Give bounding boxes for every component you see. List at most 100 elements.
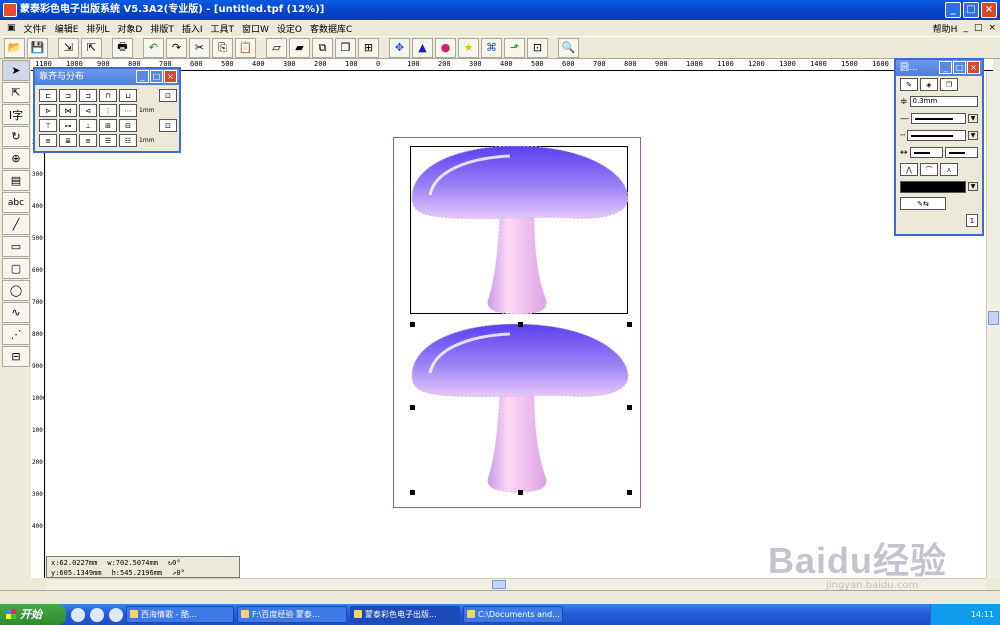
line-color-dropdown-icon[interactable]: ▼ — [968, 182, 978, 191]
selection-handle[interactable] — [410, 322, 415, 327]
copy-icon[interactable]: ⎘ — [212, 37, 233, 58]
distribute-vgap-icon[interactable]: ☷ — [119, 134, 137, 147]
measure-tool-icon[interactable]: ⊟ — [2, 346, 30, 367]
distribute-gap-icon[interactable]: ⋯ — [119, 104, 137, 117]
task-documents[interactable]: C:\Documents and... — [463, 606, 563, 623]
dash-style-select[interactable] — [907, 130, 966, 141]
selection-handle[interactable] — [627, 322, 632, 327]
vertical-scrollbar[interactable] — [986, 71, 1000, 578]
export-icon[interactable]: ⇱ — [81, 37, 102, 58]
curve-tool-icon[interactable]: ∿ — [2, 302, 30, 323]
menu-tools[interactable]: 工具T — [207, 22, 239, 35]
roundrect-tool-icon[interactable]: ▢ — [2, 258, 30, 279]
cut-icon[interactable]: ✂ — [189, 37, 210, 58]
rotate-tool-icon[interactable]: ↻ — [2, 126, 30, 147]
quicklaunch-icon[interactable] — [71, 607, 85, 622]
scroll-thumb-h[interactable] — [492, 580, 506, 589]
distribute-left-icon[interactable]: ⊳ — [39, 104, 57, 117]
selection-handle[interactable] — [410, 490, 415, 495]
abc-tool-icon[interactable]: abc — [2, 192, 30, 213]
line-width-input[interactable]: 0.3mm — [909, 96, 978, 107]
import-icon[interactable]: ⇲ — [58, 37, 79, 58]
menu-app-icon[interactable]: ▣ — [3, 23, 20, 33]
menu-help[interactable]: 帮助H — [933, 22, 958, 35]
join-bevel-icon[interactable]: ⋏ — [940, 163, 958, 176]
menu-layout[interactable]: 排版T — [146, 22, 178, 35]
open-icon[interactable]: 📂 — [4, 37, 25, 58]
menu-database[interactable]: 客数据库C — [306, 22, 356, 35]
prop-panel-maximize[interactable]: □ — [953, 61, 966, 74]
distribute-bottom-icon[interactable]: ≡ — [79, 134, 97, 147]
minimize-button[interactable]: _ — [945, 2, 961, 18]
arrow-start-select[interactable] — [909, 147, 943, 158]
line-tool-icon[interactable]: ╱ — [2, 214, 30, 235]
align-panel-maximize[interactable]: □ — [150, 70, 163, 83]
align-size-icon[interactable]: ⊟ — [119, 119, 137, 132]
align-page-icon[interactable]: ⊡ — [159, 89, 177, 102]
menu-window[interactable]: 窗口W — [238, 22, 273, 35]
doc-close-button[interactable]: × — [988, 23, 996, 33]
selection-handle[interactable] — [518, 322, 523, 327]
prop-panel-close[interactable]: × — [967, 61, 980, 74]
task-music[interactable]: 西海情歌 - 酷... — [126, 606, 234, 623]
frame-icon[interactable]: ⬏ — [504, 37, 525, 58]
align-page-v-icon[interactable]: ⊡ — [159, 119, 177, 132]
align-top-edge-icon[interactable]: ⊤ — [39, 119, 57, 132]
quicklaunch-icon[interactable] — [90, 607, 104, 622]
apply-style-icon[interactable]: ✎⇆ — [900, 197, 946, 210]
distribute-center-icon[interactable]: ⋈ — [59, 104, 77, 117]
send-back-icon[interactable]: ▰ — [289, 37, 310, 58]
maximize-button[interactable]: □ — [963, 2, 979, 18]
quicklaunch-icon[interactable] — [109, 607, 123, 622]
move-icon[interactable]: ✥ — [389, 37, 410, 58]
align-bottom-icon[interactable]: ⊔ — [119, 89, 137, 102]
arrow-end-select[interactable] — [944, 147, 979, 158]
join-miter-icon[interactable]: ⋀ — [900, 163, 918, 176]
menu-settings[interactable]: 设定O — [273, 22, 306, 35]
selection-handle[interactable] — [627, 490, 632, 495]
arrow-tool-icon[interactable]: ➤ — [2, 60, 30, 81]
star-icon[interactable]: ★ — [458, 37, 479, 58]
start-button[interactable]: 开始 — [0, 604, 66, 625]
library-icon[interactable]: ⌘ — [481, 37, 502, 58]
menu-file[interactable]: 文件F — [20, 22, 51, 35]
fill-tab-icon[interactable]: ◈ — [920, 78, 938, 91]
selection-handle[interactable] — [518, 490, 523, 495]
backward-icon[interactable]: ❐ — [335, 37, 356, 58]
page-tool-icon[interactable]: ▤ — [2, 170, 30, 191]
text-frame-icon[interactable]: ⊡ — [527, 37, 548, 58]
paste-icon[interactable]: 📋 — [235, 37, 256, 58]
menu-insert[interactable]: 插入I — [178, 22, 207, 35]
redo-icon[interactable]: ↷ — [166, 37, 187, 58]
print-icon[interactable]: 🖶 — [112, 37, 133, 58]
page-number-button[interactable]: 1 — [966, 214, 978, 227]
undo-icon[interactable]: ↶ — [143, 37, 164, 58]
align-right-icon[interactable]: ⊐ — [79, 89, 97, 102]
ellipse-tool-icon[interactable]: ◯ — [2, 280, 30, 301]
dash-style-dropdown-icon[interactable]: ▼ — [968, 131, 978, 140]
preview-icon[interactable]: 🔍 — [558, 37, 579, 58]
shapes-icon[interactable]: ▲ — [412, 37, 433, 58]
align-bottom-edge-icon[interactable]: ⊥ — [79, 119, 97, 132]
align-panel-close[interactable]: × — [164, 70, 177, 83]
line-style-select[interactable] — [911, 113, 966, 124]
clock[interactable]: 14:11 — [971, 610, 994, 619]
rect-tool-icon[interactable]: ▭ — [2, 236, 30, 257]
zoom-tool-icon[interactable]: ⊕ — [2, 148, 30, 169]
menu-arrange[interactable]: 排列L — [82, 22, 113, 35]
distribute-right-icon[interactable]: ⊲ — [79, 104, 97, 117]
selection-handle[interactable] — [410, 405, 415, 410]
align-center-h-icon[interactable]: ⊐ — [59, 89, 77, 102]
line-style-dropdown-icon[interactable]: ▼ — [968, 114, 978, 123]
doc-restore-button[interactable]: □ — [974, 23, 983, 33]
text-tool-icon[interactable]: I字 — [2, 104, 30, 125]
scroll-thumb-v[interactable] — [988, 311, 999, 325]
group-icon[interactable]: ⊞ — [358, 37, 379, 58]
align-left-icon[interactable]: ⊏ — [39, 89, 57, 102]
bring-front-icon[interactable]: ▱ — [266, 37, 287, 58]
node-tool-icon[interactable]: ⇱ — [2, 82, 30, 103]
pen-tab-icon[interactable]: ✎ — [900, 78, 918, 91]
color-icon[interactable]: ● — [435, 37, 456, 58]
line-color-swatch[interactable] — [900, 180, 966, 193]
task-folder[interactable]: F:\百度经验 蒙泰... — [237, 606, 347, 623]
